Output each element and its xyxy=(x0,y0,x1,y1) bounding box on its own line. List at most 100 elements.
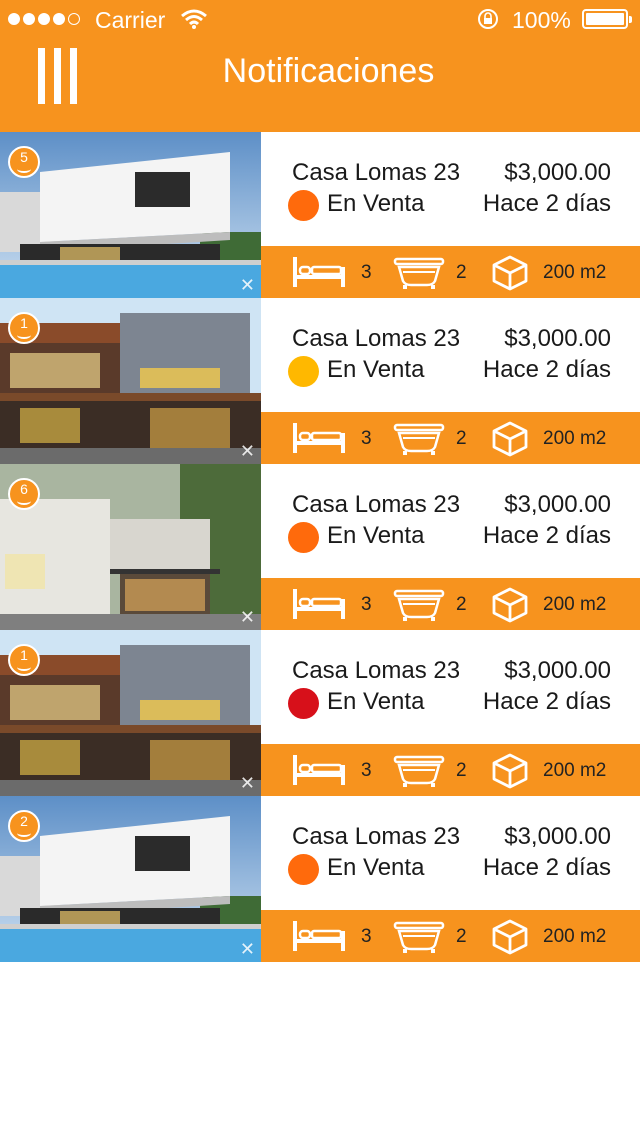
notification-badge: 6 xyxy=(8,478,40,510)
area-cube-icon xyxy=(492,255,528,291)
rotation-lock-icon xyxy=(478,9,498,29)
listing-name: Casa Lomas 23 xyxy=(292,491,461,518)
status-bar: Carrier 100% xyxy=(0,0,640,40)
status-dot-icon xyxy=(288,688,319,719)
listing-price: $3,000.00 xyxy=(504,325,611,352)
battery-icon xyxy=(582,9,632,29)
listing-card[interactable]: 5 ✕ Casa Lomas 23 $3,000.00 En Venta Hac… xyxy=(0,132,640,298)
listing-card[interactable]: 1 ✕ Casa Lomas 23 $3,000.00 En Venta Hac… xyxy=(0,630,640,796)
bathrooms-count: 2 xyxy=(456,262,467,283)
bathrooms-count: 2 xyxy=(456,760,467,781)
listing-time: Hace 2 días xyxy=(482,522,611,549)
listing-photo: 6 ✕ xyxy=(0,464,261,630)
area-cube-icon xyxy=(492,421,528,457)
bedrooms-count: 3 xyxy=(361,594,372,615)
listing-card[interactable]: 1 ✕ Casa Lomas 23 $3,000.00 En Venta Hac… xyxy=(0,298,640,464)
area-cube-icon xyxy=(492,753,528,789)
notification-badge: 1 xyxy=(8,312,40,344)
wifi-icon xyxy=(181,9,207,29)
status-dot-icon xyxy=(288,356,319,387)
carrier-label: Carrier xyxy=(95,7,166,33)
battery-percentage: 100% xyxy=(512,7,571,33)
bathrooms-count: 2 xyxy=(456,428,467,449)
bedrooms-count: 3 xyxy=(361,428,372,449)
bathtub-icon xyxy=(393,921,445,953)
listing-name: Casa Lomas 23 xyxy=(292,657,461,684)
listing-info: Casa Lomas 23 $3,000.00 En Venta Hace 2 … xyxy=(261,298,640,412)
signal-strength-icon xyxy=(8,13,80,25)
badge-count: 6 xyxy=(20,481,28,497)
listing-status: En Venta xyxy=(327,356,425,383)
badge-count: 1 xyxy=(20,315,28,331)
notification-badge: 5 xyxy=(8,146,40,178)
area-value: 200 m2 xyxy=(543,428,607,449)
status-dot-icon xyxy=(288,854,319,885)
bedrooms-count: 3 xyxy=(361,926,372,947)
close-icon[interactable]: ✕ xyxy=(240,773,255,794)
close-icon[interactable]: ✕ xyxy=(240,275,255,296)
app-header: Carrier 100% Notificaciones xyxy=(0,0,640,132)
listing-price: $3,000.00 xyxy=(504,159,611,186)
listing-status: En Venta xyxy=(327,854,425,881)
signal-icon xyxy=(17,165,31,173)
listing-price: $3,000.00 xyxy=(504,657,611,684)
listing-time: Hace 2 días xyxy=(482,854,611,881)
page-title: Notificaciones xyxy=(222,52,435,90)
status-dot-icon xyxy=(288,522,319,553)
bathtub-icon xyxy=(393,423,445,455)
bed-icon xyxy=(293,755,345,785)
bed-icon xyxy=(293,423,345,453)
bedrooms-count: 3 xyxy=(361,262,372,283)
badge-count: 2 xyxy=(20,813,28,829)
area-cube-icon xyxy=(492,919,528,955)
bathrooms-count: 2 xyxy=(456,926,467,947)
notification-list: 5 ✕ Casa Lomas 23 $3,000.00 En Venta Hac… xyxy=(0,132,640,962)
status-dot-icon xyxy=(288,190,319,221)
signal-icon xyxy=(17,497,31,505)
listing-name: Casa Lomas 23 xyxy=(292,159,461,186)
listing-name: Casa Lomas 23 xyxy=(292,823,461,850)
listing-status: En Venta xyxy=(327,190,425,217)
listing-features-bar: 3 2 200 m2 xyxy=(261,910,640,962)
listing-info: Casa Lomas 23 $3,000.00 En Venta Hace 2 … xyxy=(261,132,640,246)
listing-info: Casa Lomas 23 $3,000.00 En Venta Hace 2 … xyxy=(261,796,640,910)
close-icon[interactable]: ✕ xyxy=(240,607,255,628)
listing-photo: 2 ✕ xyxy=(0,796,261,962)
notification-badge: 2 xyxy=(8,810,40,842)
badge-count: 5 xyxy=(20,149,28,165)
listing-name: Casa Lomas 23 xyxy=(292,325,461,352)
bathrooms-count: 2 xyxy=(456,594,467,615)
listing-status: En Venta xyxy=(327,522,425,549)
area-cube-icon xyxy=(492,587,528,623)
area-value: 200 m2 xyxy=(543,594,607,615)
listing-features-bar: 3 2 200 m2 xyxy=(261,744,640,796)
listing-photo: 1 ✕ xyxy=(0,630,261,796)
bathtub-icon xyxy=(393,257,445,289)
bed-icon xyxy=(293,589,345,619)
listing-features-bar: 3 2 200 m2 xyxy=(261,578,640,630)
listing-features-bar: 3 2 200 m2 xyxy=(261,246,640,298)
bathtub-icon xyxy=(393,589,445,621)
listing-features-bar: 3 2 200 m2 xyxy=(261,412,640,464)
bed-icon xyxy=(293,257,345,287)
badge-count: 1 xyxy=(20,647,28,663)
listing-time: Hace 2 días xyxy=(482,190,611,217)
bathtub-icon xyxy=(393,755,445,787)
signal-icon xyxy=(17,331,31,339)
close-icon[interactable]: ✕ xyxy=(240,939,255,960)
listing-card[interactable]: 6 ✕ Casa Lomas 23 $3,000.00 En Venta Hac… xyxy=(0,464,640,630)
listing-price: $3,000.00 xyxy=(504,491,611,518)
listing-price: $3,000.00 xyxy=(504,823,611,850)
signal-icon xyxy=(17,663,31,671)
area-value: 200 m2 xyxy=(543,760,607,781)
listing-status: En Venta xyxy=(327,688,425,715)
listing-info: Casa Lomas 23 $3,000.00 En Venta Hace 2 … xyxy=(261,630,640,744)
notification-badge: 1 xyxy=(8,644,40,676)
close-icon[interactable]: ✕ xyxy=(240,441,255,462)
listing-card[interactable]: 2 ✕ Casa Lomas 23 $3,000.00 En Venta Hac… xyxy=(0,796,640,962)
area-value: 200 m2 xyxy=(543,926,607,947)
listing-time: Hace 2 días xyxy=(482,356,611,383)
signal-icon xyxy=(17,829,31,837)
bedrooms-count: 3 xyxy=(361,760,372,781)
area-value: 200 m2 xyxy=(543,262,607,283)
